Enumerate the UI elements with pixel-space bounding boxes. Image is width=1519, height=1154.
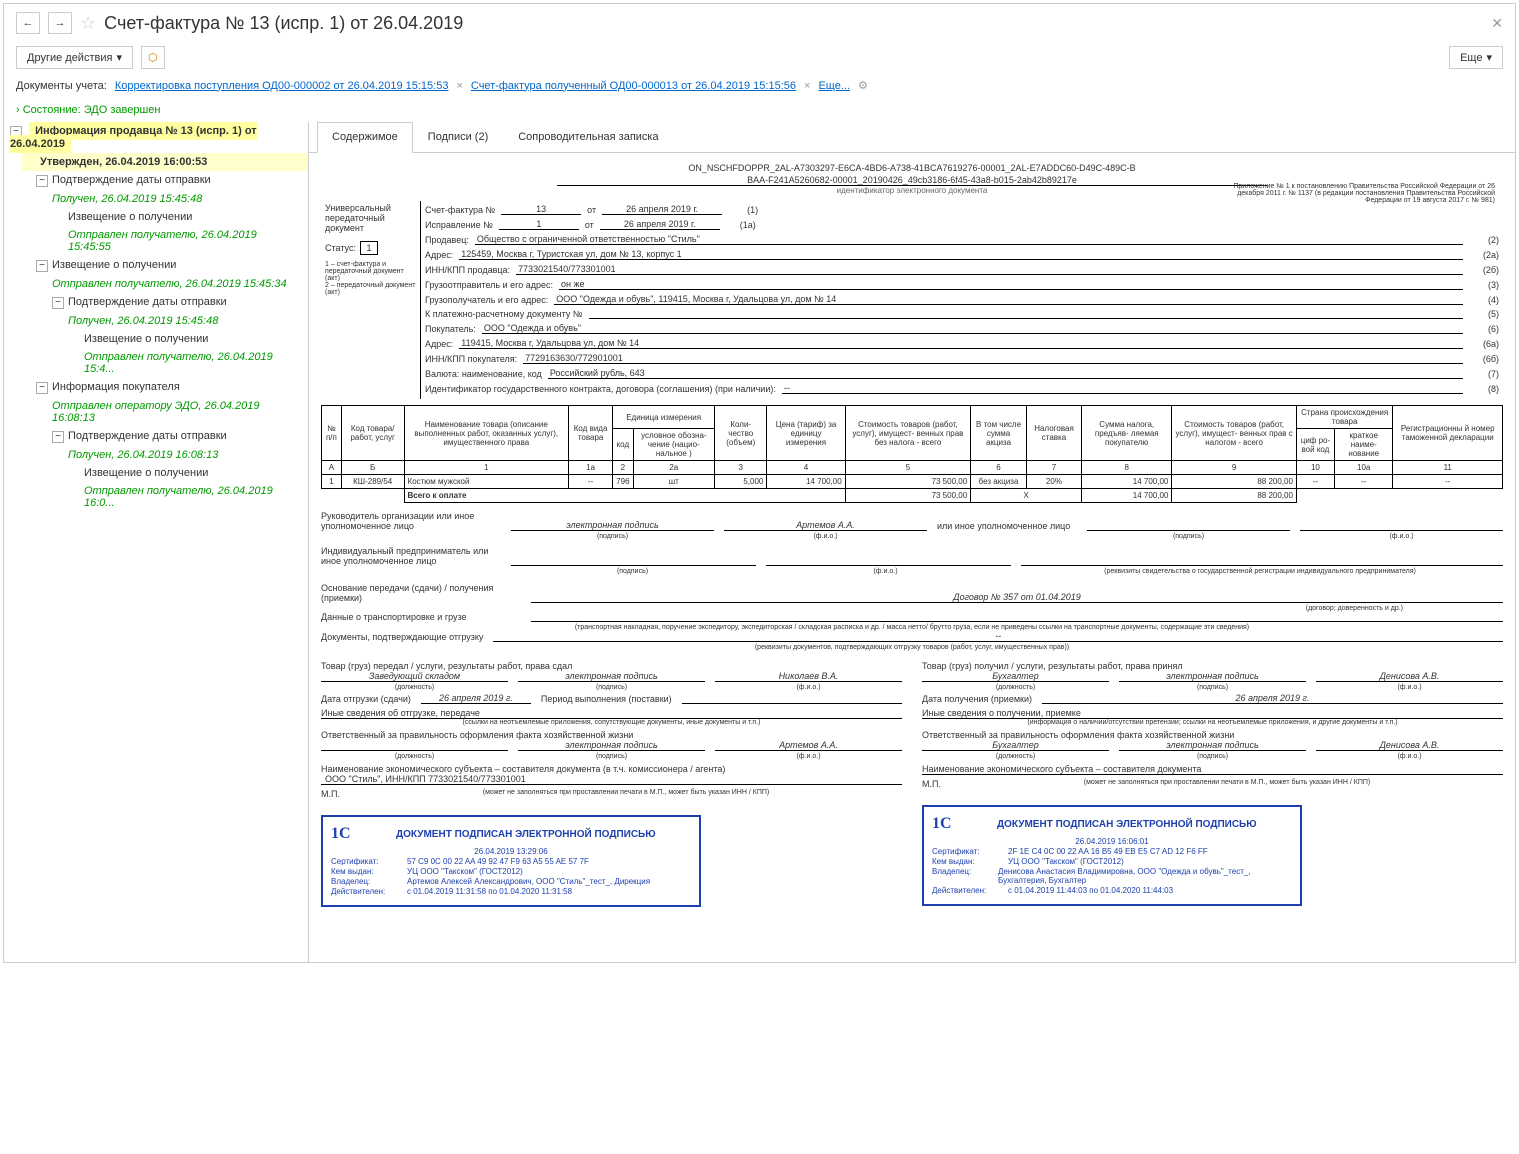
tree-status: Отправлен получателю, 26.04.2019 15:4... — [4, 348, 308, 378]
tab-content[interactable]: Содержимое — [317, 122, 413, 153]
collapse-icon[interactable]: − — [52, 297, 64, 309]
linkbar-label: Документы учета: — [16, 80, 107, 92]
other-actions-button[interactable]: Другие действия ▾ — [16, 46, 133, 69]
doc-link-more[interactable]: Еще... — [818, 80, 850, 92]
hierarchy-icon: ⬡ — [148, 51, 158, 64]
tree-status: Получен, 26.04.2019 16:08:13 — [4, 446, 308, 464]
collapse-icon[interactable]: − — [52, 431, 64, 443]
nav-back-button[interactable]: ← — [16, 12, 40, 34]
link-separator: × — [456, 80, 462, 92]
tree-root-status: Утвержден, 26.04.2019 16:00:53 — [22, 153, 308, 171]
tree-node[interactable]: Извещение о получении — [4, 330, 308, 348]
document-preview: ON_NSCHFDOPPR_2AL-A7303297-E6CA-4BD6-A73… — [309, 153, 1515, 962]
tree-node[interactable]: −Подтверждение даты отправки — [4, 427, 308, 446]
tree-status: Отправлен получателю, 26.04.2019 15:45:3… — [4, 275, 308, 293]
doc-id-line: ON_NSCHFDOPPR_2AL-A7303297-E6CA-4BD6-A73… — [321, 163, 1503, 173]
chevron-down-icon: ▾ — [1486, 51, 1492, 64]
tab-signatures[interactable]: Подписи (2) — [413, 122, 503, 152]
tree-status: Получен, 26.04.2019 15:45:48 — [4, 190, 308, 208]
tree-status: Отправлен получателю, 26.04.2019 15:45:5… — [4, 226, 308, 256]
edo-state-link[interactable]: Состояние: ЭДО завершен — [16, 104, 160, 116]
nav-forward-button[interactable]: → — [48, 12, 72, 34]
collapse-icon[interactable]: − — [36, 175, 48, 187]
link-separator: × — [804, 80, 810, 92]
collapse-icon[interactable]: − — [36, 382, 48, 394]
tree-status: Получен, 26.04.2019 15:45:48 — [4, 312, 308, 330]
more-button[interactable]: Еще ▾ — [1449, 46, 1503, 69]
tree-node[interactable]: −Информация покупателя — [4, 378, 308, 397]
favorite-star-icon[interactable]: ☆ — [80, 13, 96, 34]
items-table: № п/п Код товара/ работ, услуг Наименова… — [321, 405, 1503, 503]
signature-stamp-left: 1CДОКУМЕНТ ПОДПИСАН ЭЛЕКТРОННОЙ ПОДПИСЬЮ… — [321, 815, 701, 907]
status-tree-sidebar: − Информация продавца № 13 (испр. 1) от … — [4, 122, 309, 962]
regulation-note: Приложение № 1 к постановлению Правитель… — [1215, 183, 1495, 204]
tree-node[interactable]: −Извещение о получении — [4, 256, 308, 275]
chevron-down-icon: ▾ — [116, 51, 122, 64]
tree-node[interactable]: Извещение о получении — [4, 208, 308, 226]
collapse-icon[interactable]: − — [36, 260, 48, 272]
table-row: 1КШ-289/54Костюм мужской--796шт5,00014 7… — [322, 475, 1503, 489]
tree-status: Отправлен оператору ЭДО, 26.04.2019 16:0… — [4, 397, 308, 427]
tab-cover-note[interactable]: Сопроводительная записка — [503, 122, 673, 152]
gear-icon[interactable]: ⚙ — [858, 79, 868, 92]
doc-link-correction[interactable]: Корректировка поступления ОД00-000002 от… — [115, 80, 449, 92]
close-icon[interactable]: ✕ — [1491, 15, 1503, 32]
tree-root[interactable]: − Информация продавца № 13 (испр. 1) от … — [4, 122, 308, 153]
tree-node[interactable]: −Подтверждение даты отправки — [4, 171, 308, 190]
tree-status: Отправлен получателю, 26.04.2019 16:0... — [4, 482, 308, 512]
page-title: Счет-фактура № 13 (испр. 1) от 26.04.201… — [104, 13, 1483, 34]
tree-view-button[interactable]: ⬡ — [141, 46, 165, 69]
doc-link-invoice[interactable]: Счет-фактура полученный ОД00-000013 от 2… — [471, 80, 796, 92]
tree-node[interactable]: −Подтверждение даты отправки — [4, 293, 308, 312]
tree-node[interactable]: Извещение о получении — [4, 464, 308, 482]
signature-stamp-right: 1CДОКУМЕНТ ПОДПИСАН ЭЛЕКТРОННОЙ ПОДПИСЬЮ… — [922, 805, 1302, 906]
status-box: 1 — [360, 241, 378, 255]
